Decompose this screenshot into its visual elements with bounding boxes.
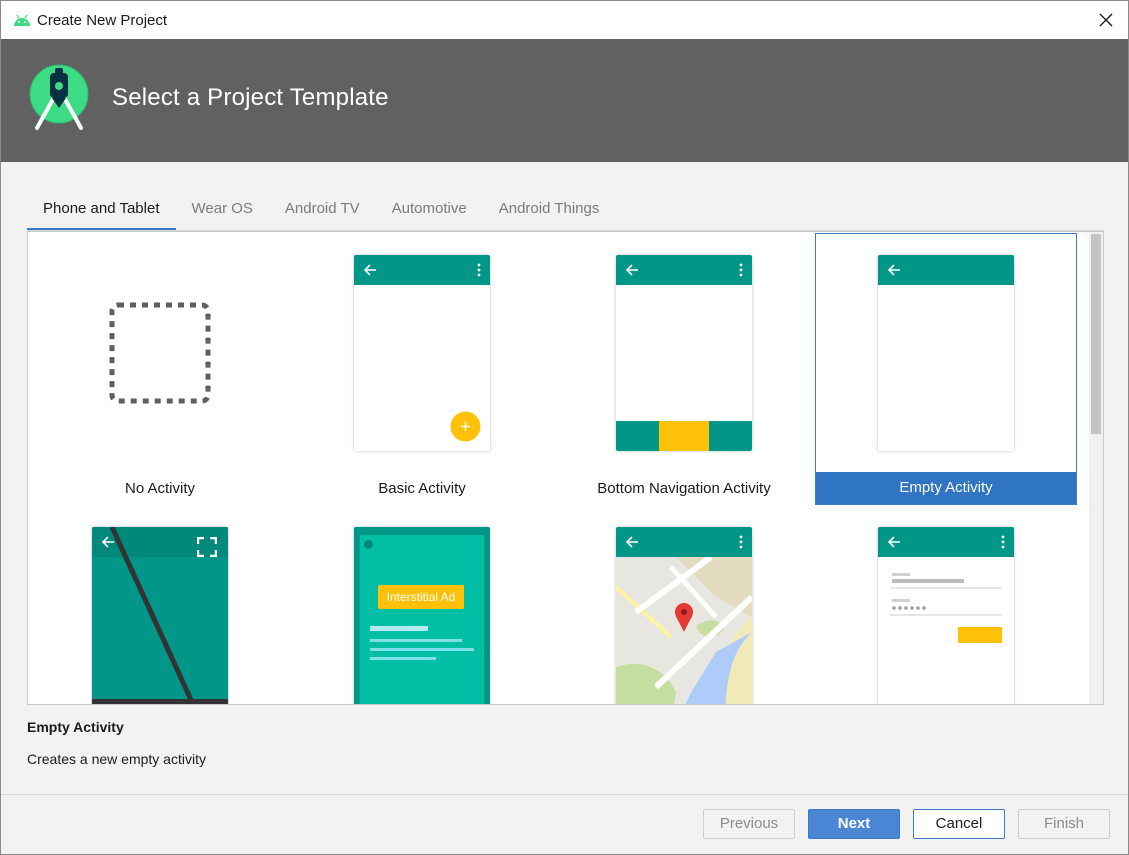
tab-wear-os[interactable]: Wear OS [176,194,269,228]
selected-template-title: Empty Activity [27,719,124,735]
template-basic-activity[interactable]: Basic Activity [291,233,553,505]
title-bar: Create New Project [1,1,1128,39]
close-icon [1099,13,1113,27]
tab-phone-and-tablet[interactable]: Phone and Tablet [27,194,176,230]
arrow-back-icon [887,536,900,548]
template-fullscreen-activity[interactable] [29,505,291,704]
tab-android-things[interactable]: Android Things [483,194,616,228]
app-bar [878,255,1014,285]
app-bar [616,527,752,557]
template-empty-activity[interactable]: Empty Activity [815,233,1077,505]
page-title: Select a Project Template [112,84,389,111]
template-interstitial-ad[interactable]: Interstitial Ad [291,505,553,704]
template-info: Empty Activity Creates a new empty activ… [27,719,206,767]
finish-button[interactable]: Finish [1018,809,1110,839]
app-bar [878,527,1014,557]
phone-preview [616,255,752,451]
ad-text-line [370,626,428,631]
ad-dot [364,540,373,549]
ad-panel: Interstitial Ad [360,535,484,704]
close-button[interactable] [1084,1,1128,39]
form-factor-tabs: Phone and Tablet Wear OS Android TV Auto… [27,194,615,230]
window-title: Create New Project [37,12,168,29]
template-bottom-navigation-activity[interactable]: Bottom Navigation Activity [553,233,815,505]
ad-text-line [370,639,462,642]
phone-preview [354,255,490,451]
arrow-back-icon [625,536,638,548]
phone-preview [878,527,1014,704]
fullscreen-icon [197,537,217,557]
template-label: No Activity [124,480,196,497]
login-form-graphic [890,573,1002,643]
more-vert-icon [477,263,481,277]
cancel-button[interactable]: Cancel [913,809,1005,839]
template-login-activity[interactable] [815,505,1077,704]
template-gallery: No Activity Basic Activity Bottom Naviga… [27,231,1104,705]
template-label: Bottom Navigation Activity [597,480,771,497]
tab-automotive[interactable]: Automotive [376,194,483,228]
create-project-dialog: Create New Project Select a Project Temp… [0,0,1129,855]
phone-preview [616,527,752,704]
interstitial-ad-badge: Interstitial Ad [378,585,464,609]
more-vert-icon [739,535,743,549]
arrow-back-icon [101,536,114,548]
template-no-activity[interactable]: No Activity [29,233,291,505]
previous-button[interactable]: Previous [703,809,795,839]
ad-text-line [370,657,436,660]
fab-add-icon [450,411,481,442]
arrow-back-icon [363,264,376,276]
phone-preview [878,255,1014,451]
header-banner: Select a Project Template [1,39,1128,162]
android-icon [14,14,30,26]
map-pin-icon [675,603,693,632]
template-label: Empty Activity [816,472,1076,504]
app-bar [354,255,490,285]
phone-preview: Interstitial Ad [354,527,490,704]
template-label: Basic Activity [378,480,466,497]
android-studio-logo-icon [29,64,89,130]
template-google-maps-activity[interactable] [553,505,815,704]
more-vert-icon [1001,535,1005,549]
scrollbar-thumb[interactable] [1091,234,1101,434]
more-vert-icon [739,263,743,277]
next-button[interactable]: Next [808,809,900,839]
ad-text-line [370,648,474,651]
bottom-nav-selected-item [659,421,709,451]
gallery-scrollbar[interactable] [1089,232,1103,704]
arrow-back-icon [887,264,900,276]
footer-divider [1,794,1128,795]
arrow-back-icon [625,264,638,276]
empty-dashed-square-icon [109,302,211,404]
app-bar [616,255,752,285]
bottom-navigation-bar [616,421,752,451]
selected-template-description: Creates a new empty activity [27,751,206,767]
phone-preview [92,527,228,704]
tab-android-tv[interactable]: Android TV [269,194,376,228]
